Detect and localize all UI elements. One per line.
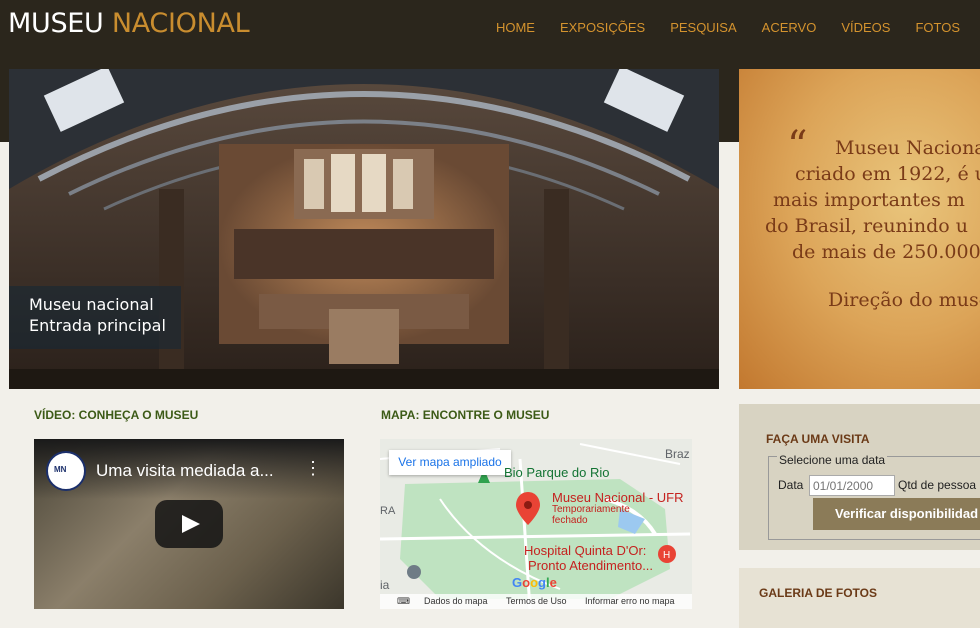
keyboard-icon[interactable]: ⌨ [397, 596, 410, 607]
channel-avatar[interactable]: MN [46, 451, 86, 491]
main-nav: HOME EXPOSIÇÕES PESQUISA ACERVO VÍDEOS F… [471, 20, 960, 35]
map-section-title: MAPA: ENCONTRE O MUSEU [381, 408, 550, 422]
quote-text: Museu Naciona criado em 1922, é u mais i… [765, 135, 980, 265]
nav-fotos[interactable]: FOTOS [915, 20, 960, 35]
map-label-hospital-2: Pronto Atendimento... [528, 558, 654, 573]
map-embed[interactable]: H Ver mapa ampliado Bio Parque do Rio Mu… [380, 439, 692, 609]
logo-word-1: MUSEU [8, 8, 104, 39]
hero-caption-line1: Museu nacional [29, 295, 154, 314]
hero-caption-line2: Entrada principal [29, 316, 166, 335]
quote-line: de mais de 250.000 [792, 241, 980, 263]
nav-videos[interactable]: VÍDEOS [841, 20, 890, 35]
map-label-hospital[interactable]: Hospital Quinta D'Or: [524, 543, 646, 558]
google-logo: Google [512, 575, 557, 590]
play-button[interactable] [155, 500, 223, 548]
date-input[interactable] [809, 475, 895, 496]
map-label-museum-status: Temporariamente fechado [552, 504, 630, 526]
map-footer: ⌨ Dados do mapa Termos de Uso Informar e… [380, 594, 692, 609]
date-label: Data [778, 478, 804, 492]
gallery-title: GALERIA DE FOTOS [759, 586, 878, 600]
nav-acervo[interactable]: ACERVO [762, 20, 817, 35]
map-report-link[interactable]: Informar erro no mapa [585, 596, 675, 606]
map-label-ia: ia [380, 578, 390, 592]
channel-abbr: MN [54, 465, 67, 474]
video-player[interactable]: MN Uma visita mediada a... ⋮ [34, 439, 344, 609]
logo-word-2: NACIONAL [111, 8, 250, 39]
map-label-park[interactable]: Bio Parque do Rio [504, 465, 610, 480]
map-label-museum[interactable]: Museu Nacional - UFR [552, 490, 684, 505]
quote-line: criado em 1922, é u [795, 163, 980, 185]
nav-pesquisa[interactable]: PESQUISA [670, 20, 736, 35]
site-logo[interactable]: MUSEU NACIONAL [8, 8, 250, 39]
hero-image[interactable]: Museu nacional Entrada principal [9, 69, 719, 389]
map-data-link[interactable]: Dados do mapa [424, 596, 488, 606]
quote-line: mais importantes m [773, 189, 965, 211]
director-quote: “ Museu Naciona criado em 1922, é u mais… [739, 69, 980, 389]
hero-caption: Museu nacional Entrada principal [9, 286, 181, 349]
quote-signature: Direção do muse [828, 289, 980, 311]
quote-line: do Brasil, reunindo u [765, 215, 968, 237]
nav-exposicoes[interactable]: EXPOSIÇÕES [560, 20, 645, 35]
date-legend: Selecione uma data [777, 453, 888, 467]
photo-gallery: GALERIA DE FOTOS [739, 568, 980, 628]
map-label-braz: Braz [665, 447, 690, 461]
more-options-icon[interactable]: ⋮ [304, 459, 322, 477]
nav-home[interactable]: HOME [496, 20, 535, 35]
people-count-label: Qtd de pessoa [898, 478, 977, 492]
quote-line: Museu Naciona [835, 137, 980, 159]
visit-title: FAÇA UMA VISITA [766, 432, 870, 446]
check-availability-button[interactable]: Verificar disponibilidad [813, 498, 980, 530]
expand-map-link[interactable]: Ver mapa ampliado [389, 450, 511, 475]
video-title[interactable]: Uma visita mediada a... [96, 461, 274, 481]
map-label-ra: RA [380, 505, 396, 517]
svg-text:H: H [663, 550, 670, 561]
visit-form: FAÇA UMA VISITA Selecione uma data Data … [739, 404, 980, 550]
video-section-title: VÍDEO: CONHEÇA O MUSEU [34, 408, 199, 422]
map-terms-link[interactable]: Termos de Uso [506, 596, 567, 606]
